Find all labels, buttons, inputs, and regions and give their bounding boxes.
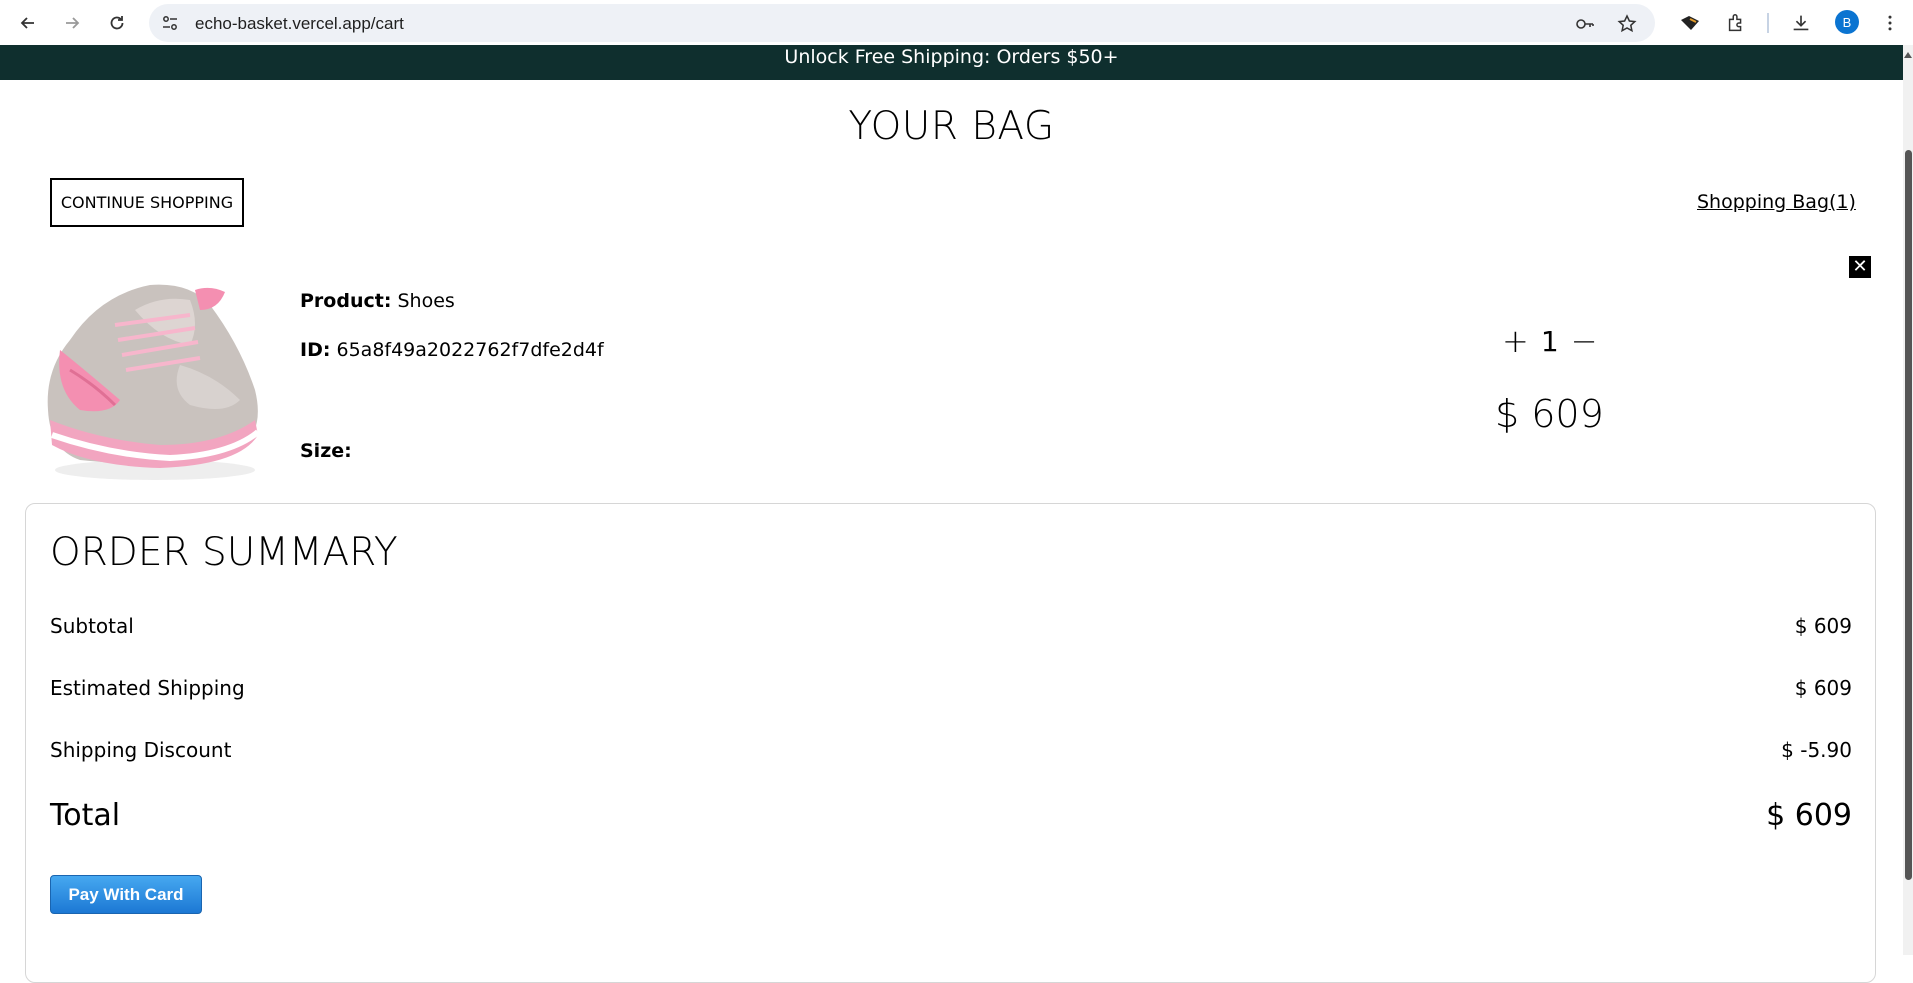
product-id: 65a8f49a2022762f7dfe2d4f [336,339,604,361]
scrollbar-thumb[interactable] [1905,150,1912,880]
increase-quantity-button[interactable]: + [1502,322,1529,360]
product-name: Shoes [397,290,455,312]
estimated-shipping-value: $ 609 [1794,676,1852,700]
url-text: echo-basket.vercel.app/cart [195,14,404,33]
product-label: Product: [300,290,392,312]
estimated-shipping-label: Estimated Shipping [50,676,245,700]
announcement-bar: Unlock Free Shipping: Orders $50+ [0,45,1903,80]
size-label: Size: [300,440,352,462]
subtotal-value: $ 609 [1794,614,1852,638]
reload-button[interactable] [103,9,131,37]
product-image[interactable] [40,270,265,490]
scroll-up-arrow-icon[interactable] [1904,52,1912,58]
announcement-text: Unlock Free Shipping: Orders $50+ [784,46,1119,68]
extension-icon[interactable] [1678,11,1702,35]
toolbar-divider [1767,13,1769,33]
back-button[interactable] [14,9,42,37]
quantity-value: 1 [1540,324,1559,358]
bookmark-star-icon[interactable] [1617,14,1637,34]
continue-shopping-button[interactable]: CONTINUE SHOPPING [50,178,244,227]
shipping-discount-value: $ -5.90 [1781,738,1852,762]
menu-kebab-icon[interactable] [1878,11,1902,35]
forward-arrow-icon [66,17,80,29]
site-info-icon[interactable] [161,14,179,32]
page-scrollbar[interactable] [1903,45,1913,955]
id-label: ID: [300,339,331,361]
total-value: $ 609 [1766,798,1852,833]
subtotal-label: Subtotal [50,614,134,638]
page-title: YOUR BAG [848,104,1055,149]
estimated-shipping-row: Estimated Shipping $ 609 [50,676,1852,700]
close-icon: ✕ [1852,256,1868,277]
decrease-quantity-button[interactable]: − [1571,322,1598,360]
product-id-line: ID: 65a8f49a2022762f7dfe2d4f [300,339,604,361]
reload-icon [110,16,124,30]
extensions-puzzle-icon[interactable] [1724,11,1748,35]
order-summary-title: ORDER SUMMARY [50,530,398,575]
shipping-discount-label: Shipping Discount [50,738,232,762]
remove-item-button[interactable]: ✕ [1849,256,1871,278]
product-size-line: Size: [300,440,352,462]
total-row: Total $ 609 [50,798,1852,833]
item-price: $ 609 [1495,392,1604,436]
address-bar[interactable]: echo-basket.vercel.app/cart [149,4,1655,42]
back-arrow-icon [20,17,34,29]
shipping-discount-row: Shipping Discount $ -5.90 [50,738,1852,762]
quantity-stepper: + 1 − [1502,322,1597,360]
password-key-icon[interactable] [1575,14,1595,34]
subtotal-row: Subtotal $ 609 [50,614,1852,638]
forward-button[interactable] [58,9,86,37]
downloads-icon[interactable] [1789,11,1813,35]
pay-with-card-button[interactable]: Pay With Card [50,875,202,914]
shopping-bag-link[interactable]: Shopping Bag(1) [1697,191,1856,213]
product-name-line: Product: Shoes [300,290,455,312]
profile-avatar[interactable]: B [1835,10,1859,34]
total-label: Total [50,798,121,833]
browser-toolbar: echo-basket.vercel.app/cart B [0,0,1913,45]
